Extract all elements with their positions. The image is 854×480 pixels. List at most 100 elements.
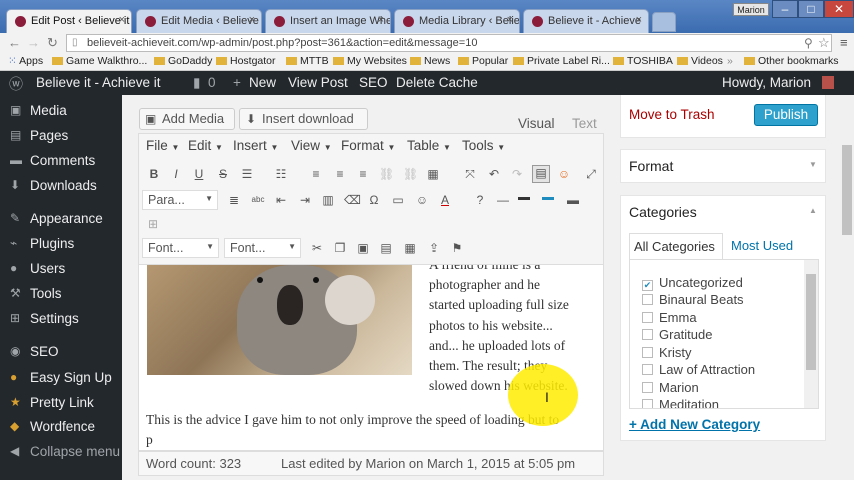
copy-icon[interactable]: ❐ <box>333 241 347 255</box>
category-item[interactable]: Gratitude <box>642 327 712 342</box>
browser-tab[interactable]: Insert an Image Whe × <box>265 9 391 33</box>
bookmark-star-icon[interactable]: ☆ <box>818 35 830 51</box>
sidebar-item-wordfence[interactable]: ◆ Wordfence <box>0 416 122 441</box>
menu-view[interactable]: View ▼ <box>291 138 332 153</box>
clear-format-icon[interactable]: ⌫ <box>344 193 361 207</box>
align-right-icon[interactable]: ≡ <box>356 167 370 181</box>
bookmark-item[interactable]: Hostgator <box>216 55 276 67</box>
chevron-down-icon[interactable]: ▼ <box>809 160 817 169</box>
upload-icon[interactable]: ⇪ <box>427 241 441 255</box>
category-item[interactable]: Meditation <box>642 397 719 408</box>
bold-line-icon[interactable] <box>518 197 530 200</box>
browser-tab[interactable]: Believe it - Achieve × <box>523 9 649 33</box>
italic-icon[interactable]: I <box>169 167 183 181</box>
checkbox[interactable] <box>642 382 653 393</box>
help-icon[interactable]: ? <box>473 193 487 207</box>
new-tab-button[interactable] <box>652 12 676 32</box>
back-icon[interactable]: ← <box>8 35 21 50</box>
add-media-button[interactable]: ▣ Add Media <box>139 108 235 130</box>
sidebar-item-media[interactable]: ▣ Media <box>0 100 122 125</box>
menu-table[interactable]: Table ▼ <box>407 138 451 153</box>
close-tab-icon[interactable]: × <box>378 14 384 26</box>
sidebar-item-users[interactable]: ● Users <box>0 258 122 283</box>
sidebar-item-pages[interactable]: ▤ Pages <box>0 125 122 150</box>
anchor-icon[interactable]: ⚑ <box>450 241 464 255</box>
special-char-icon[interactable]: Ω <box>367 193 381 207</box>
close-tab-icon[interactable]: × <box>119 14 125 26</box>
text-color-icon[interactable]: A <box>438 193 452 207</box>
bookmark-item[interactable]: Videos <box>677 55 723 67</box>
indent-icon[interactable]: ⇥ <box>298 193 312 207</box>
outdent-icon[interactable]: ⇤ <box>274 193 288 207</box>
sidebar-item-plugins[interactable]: ⌁ Plugins <box>0 233 122 258</box>
format-box-title[interactable]: Format <box>629 158 673 174</box>
insert-download-button[interactable]: ⬇ Insert download <box>239 108 368 130</box>
page-scrollbar-thumb[interactable] <box>842 145 852 235</box>
blue-line-icon[interactable] <box>542 197 554 200</box>
sidebar-item-downloads[interactable]: ⬇ Downloads <box>0 175 122 200</box>
align-center-icon[interactable]: ≡ <box>333 167 347 181</box>
move-to-trash-link[interactable]: Move to Trash <box>629 107 715 122</box>
checkbox[interactable] <box>642 294 653 305</box>
underline-icon[interactable]: U <box>192 167 206 181</box>
bullet-list-icon[interactable]: ☰ <box>240 167 254 181</box>
bookmarks-overflow-icon[interactable]: » <box>727 55 733 67</box>
insert-table-icon[interactable]: ▦ <box>403 241 417 255</box>
bookmark-item[interactable]: GoDaddy <box>154 55 212 67</box>
bookmark-item[interactable]: TOSHIBA <box>613 55 673 67</box>
category-item[interactable]: Emma <box>642 310 697 325</box>
close-tab-icon[interactable]: × <box>636 14 642 26</box>
delete-cache-link[interactable]: Delete Cache <box>396 75 478 90</box>
strikethrough-abc-icon[interactable]: abc <box>251 193 265 207</box>
bookmark-item[interactable]: Private Label Ri... <box>513 55 610 67</box>
category-scrollbar[interactable] <box>804 260 818 408</box>
checkbox[interactable] <box>642 329 653 340</box>
tab-visual[interactable]: Visual <box>518 116 555 131</box>
address-bar[interactable]: ▯ believeit-achieveit.com/wp-admin/post.… <box>66 34 832 52</box>
bookmark-item[interactable]: News <box>410 55 450 67</box>
unlink-icon[interactable]: ⛓ <box>403 167 418 181</box>
sidebar-item-comments[interactable]: ▬ Comments <box>0 150 122 175</box>
seo-link[interactable]: SEO <box>359 75 388 90</box>
publish-button[interactable]: Publish <box>754 104 818 126</box>
zoom-icon[interactable]: ⚲ <box>804 36 813 50</box>
redo-icon[interactable]: ↷ <box>510 167 524 181</box>
menu-format[interactable]: Format ▼ <box>341 138 395 153</box>
browser-tab[interactable]: Edit Media ‹ Believe × <box>136 9 262 33</box>
browser-user-chip[interactable]: Marion <box>733 3 769 16</box>
bookmark-apps[interactable]: ⁙ Apps <box>8 55 43 67</box>
fullscreen-icon[interactable]: ⤧ <box>463 167 477 181</box>
bold-icon[interactable]: B <box>147 167 161 181</box>
horizontal-rule-icon[interactable]: — <box>496 193 510 207</box>
justify-icon[interactable]: ≣ <box>227 193 241 207</box>
numbered-list-icon[interactable]: ☷ <box>274 167 288 181</box>
category-item[interactable]: Marion <box>642 380 699 395</box>
smiley-icon[interactable]: ☺ <box>415 193 429 207</box>
checkbox[interactable]: ✔ <box>642 280 653 291</box>
category-item[interactable]: ✔ Uncategorized <box>642 275 743 291</box>
forward-icon[interactable]: → <box>27 35 40 50</box>
sidebar-item-appearance[interactable]: ✎ Appearance <box>0 208 122 233</box>
align-left-icon[interactable]: ≡ <box>309 167 323 181</box>
browser-tab[interactable]: Media Library ‹ Belie × <box>394 9 520 33</box>
menu-edit[interactable]: Edit ▼ <box>188 138 223 153</box>
sidebar-item-easy-sign-up[interactable]: ● Easy Sign Up <box>0 367 122 392</box>
sidebar-item-pretty-link[interactable]: ★ Pretty Link <box>0 392 122 417</box>
cut-icon[interactable]: ✂ <box>310 241 324 255</box>
paste-word-icon[interactable]: ▤ <box>379 241 393 255</box>
comments-count[interactable]: 0 <box>208 75 216 90</box>
sidebar-item-seo[interactable]: ◉ SEO <box>0 341 122 366</box>
close-tab-icon[interactable]: × <box>249 14 255 26</box>
font-family-select[interactable]: Font... ▼ <box>142 238 219 258</box>
page-scrollbar[interactable] <box>840 95 854 480</box>
tab-all-categories[interactable]: All Categories <box>629 233 723 259</box>
other-bookmarks[interactable]: Other bookmarks <box>744 55 839 67</box>
collapse-menu-button[interactable]: ◀ Collapse menu <box>0 441 122 466</box>
emoji-icon[interactable]: ☺ <box>557 167 571 181</box>
wordpress-logo-icon[interactable]: ⓦ <box>9 74 23 94</box>
site-name-link[interactable]: Believe it - Achieve it <box>36 75 161 90</box>
sidebar-item-tools[interactable]: ⚒ Tools <box>0 283 122 308</box>
media-embed-icon[interactable]: ▭ <box>391 193 405 207</box>
close-window-button[interactable]: ✕ <box>824 0 854 18</box>
bookmark-item[interactable]: My Websites <box>333 55 407 67</box>
